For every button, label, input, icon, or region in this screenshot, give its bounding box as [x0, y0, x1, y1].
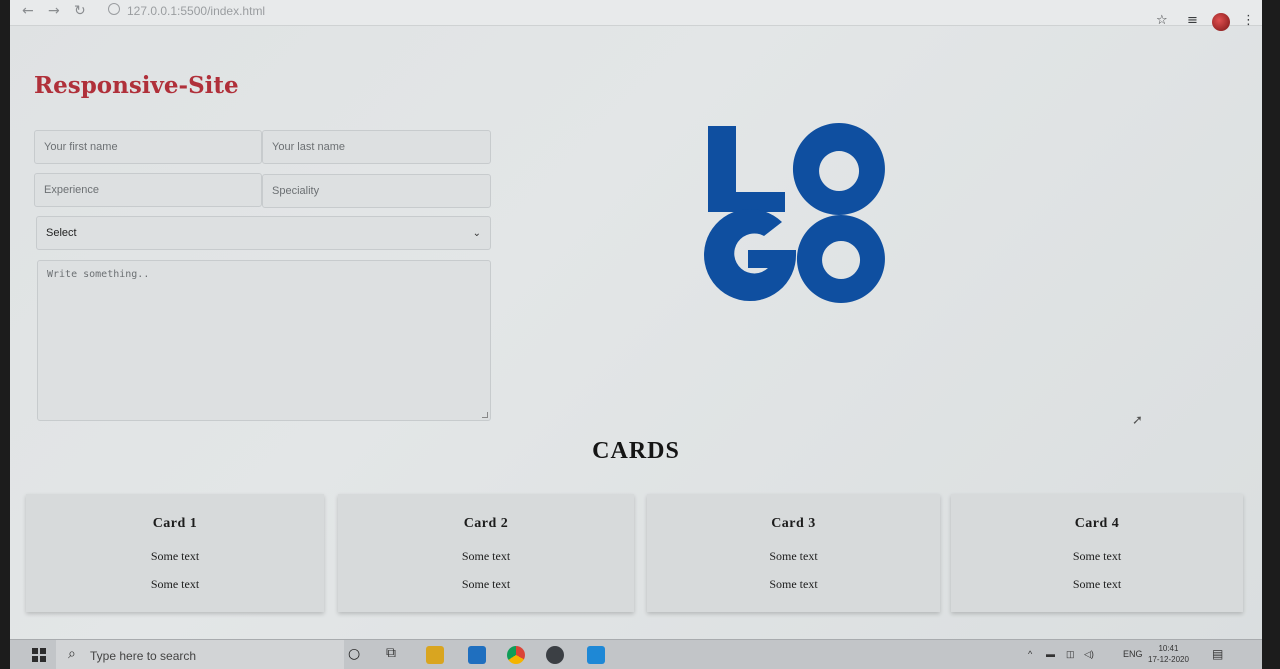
forward-icon[interactable]: → [48, 3, 60, 19]
logo-letter-l [708, 126, 785, 212]
mouse-cursor-icon: ➚ [1132, 413, 1143, 428]
clock-time: 10:41 [1158, 644, 1179, 653]
windows-taskbar: ⌕ Type here to search ○ ⧉ ^ ▬ ◫ ◁) ENG 1… [10, 639, 1262, 669]
speciality-input[interactable]: Speciality [262, 174, 491, 208]
taskbar-search-placeholder: Type here to search [90, 649, 197, 663]
task-view-icon[interactable]: ⧉ [386, 645, 396, 661]
network-icon[interactable]: ◫ [1066, 649, 1075, 660]
address-bar[interactable]: 127.0.0.1:5500/index.html [127, 4, 265, 18]
page-title: Responsive-Site [34, 72, 239, 99]
card-title: Card 3 [771, 516, 816, 531]
logo-letter-o-top [792, 123, 885, 215]
vscode-icon[interactable] [587, 646, 605, 664]
select-value: Select [46, 227, 77, 239]
profile-avatar[interactable] [1212, 13, 1230, 31]
windows-start-icon[interactable] [32, 648, 46, 662]
media-playlist-icon[interactable]: ≡ [1187, 13, 1198, 28]
battery-icon[interactable]: ▬ [1046, 649, 1055, 659]
message-placeholder: Write something.. [47, 269, 150, 280]
card-text: Some text [769, 577, 818, 591]
first-name-placeholder: Your first name [44, 141, 118, 153]
chevron-down-icon: ⌄ [472, 227, 481, 239]
logo-letter-g [704, 209, 797, 302]
notifications-icon[interactable]: ▤ [1212, 647, 1223, 661]
card-text: Some text [461, 577, 511, 591]
taskbar-search-box[interactable]: ⌕ Type here to search [56, 640, 344, 669]
last-name-input[interactable]: Your last name [262, 130, 491, 164]
resize-handle[interactable] [482, 412, 488, 418]
language-indicator[interactable]: ENG [1123, 649, 1143, 659]
site-info-icon[interactable] [108, 3, 120, 15]
card-title: Card 2 [463, 516, 509, 531]
logo-letters [704, 123, 885, 303]
volume-icon[interactable]: ◁) [1084, 649, 1094, 660]
chrome-icon[interactable] [507, 646, 525, 664]
logo-image [704, 123, 885, 303]
search-icon: ⌕ [68, 646, 76, 662]
card: Card 3 Some text Some text [647, 494, 940, 612]
speciality-placeholder: Speciality [272, 185, 320, 197]
card-text: Some text [150, 577, 200, 591]
menu-kebab-icon[interactable]: ⋮ [1242, 13, 1255, 28]
card: Card 1 Some text Some text [26, 494, 324, 612]
last-name-placeholder: Your last name [272, 141, 345, 153]
tray-chevron-up-icon[interactable]: ^ [1028, 649, 1032, 659]
mail-icon[interactable] [468, 646, 486, 664]
back-icon[interactable]: ← [22, 3, 34, 19]
message-textarea[interactable]: Write something.. [37, 260, 491, 421]
file-explorer-icon[interactable] [426, 646, 444, 664]
bookmark-star-icon[interactable]: ☆ [1156, 13, 1168, 28]
experience-placeholder: Experience [44, 184, 100, 196]
card-text: Some text [461, 549, 511, 563]
first-name-input[interactable]: Your first name [34, 130, 262, 164]
app-disc-icon[interactable] [546, 646, 564, 664]
logo-letter-o-bottom [796, 215, 885, 303]
browser-toolbar: ← → ↻ 127.0.0.1:5500/index.html ☆ ≡ ⋮ [10, 0, 1262, 31]
cortana-icon[interactable]: ○ [348, 646, 360, 662]
reload-icon[interactable]: ↻ [74, 3, 86, 19]
experience-input[interactable]: Experience [34, 173, 262, 207]
card-text: Some text [769, 549, 818, 563]
cards-heading: CARDS [592, 438, 680, 464]
card-text: Some text [150, 549, 200, 563]
taskbar-clock[interactable]: 10:41 17-12-2020 [1148, 643, 1189, 665]
select-dropdown[interactable]: Select ⌄ [36, 216, 491, 250]
card-text: Some text [1072, 577, 1122, 591]
monitor-screen: ← → ↻ 127.0.0.1:5500/index.html ☆ ≡ ⋮ Re… [10, 0, 1262, 669]
card: Card 2 Some text Some text [338, 494, 634, 612]
card-title: Card 4 [1074, 516, 1120, 531]
card: Card 4 Some text Some text [951, 494, 1243, 612]
card-title: Card 1 [152, 516, 198, 531]
clock-date: 17-12-2020 [1148, 655, 1189, 664]
card-text: Some text [1072, 549, 1122, 563]
